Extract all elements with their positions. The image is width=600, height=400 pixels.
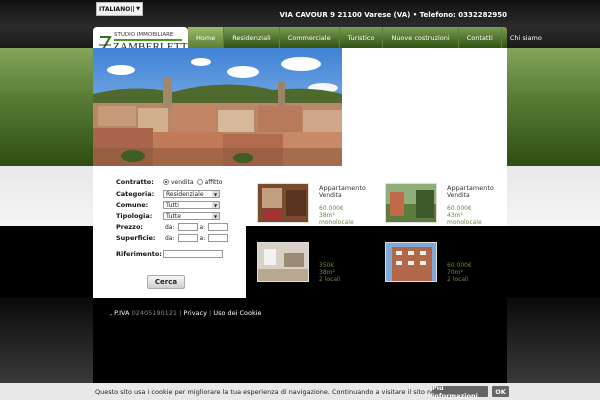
listing-card[interactable]: Appartamento Vendita 60.000€ 38m² monolo… <box>257 183 377 226</box>
prezzo-da-label: da: <box>165 223 175 231</box>
listing-photo <box>385 242 437 282</box>
cookie-policy-link[interactable]: Uso dei Cookie <box>213 309 261 317</box>
nav-home[interactable]: Home <box>188 27 225 48</box>
nav-commerciale[interactable]: Commerciale <box>280 27 340 48</box>
comune-select[interactable]: Tutti ▼ <box>163 201 220 209</box>
superficie-a-label: a: <box>199 234 206 242</box>
main-nav: Home Residenziali Commerciale Turistico … <box>188 27 542 48</box>
superficie-label: Superficie: <box>116 234 156 242</box>
more-info-button[interactable]: Più informazioni <box>432 384 488 400</box>
categoria-value: Residenziale <box>166 190 204 198</box>
listing-area: 70m² <box>447 269 463 276</box>
privacy-link[interactable]: Privacy <box>183 309 207 317</box>
search-button[interactable]: Cerca <box>147 275 185 289</box>
superficie-a-input[interactable] <box>208 234 229 242</box>
prezzo-a-label: a: <box>199 223 206 231</box>
affitto-label: affitto <box>204 178 223 186</box>
contact-info: VIA CAVOUR 9 21100 Varese (VA) • Telefon… <box>279 11 507 19</box>
listing-price: 60.000€ <box>447 262 472 269</box>
categoria-select[interactable]: Residenziale ▼ <box>163 190 220 198</box>
riferimento-label: Riferimento: <box>116 250 162 258</box>
listing-subtitle: Vendita <box>319 192 342 199</box>
listing-card[interactable]: Appartamento Vendita 60.000€ 43m² monolo… <box>385 183 505 226</box>
chevron-down-icon: ▼ <box>136 6 140 12</box>
listing-title: Appartamento <box>319 184 366 192</box>
town-photo <box>93 48 342 166</box>
prezzo-label: Prezzo: <box>116 223 144 231</box>
radio-vendita[interactable] <box>163 179 169 185</box>
radio-affitto[interactable] <box>196 179 203 185</box>
riferimento-input[interactable] <box>163 250 223 258</box>
listing-photo <box>385 183 437 223</box>
tipologia-select[interactable]: Tutte ▼ <box>163 212 220 220</box>
vendita-label: vendita <box>171 178 194 186</box>
comune-value: Tutti <box>166 201 179 209</box>
listing-price: 350€ <box>319 262 335 269</box>
listing-card[interactable]: 60.000€ 70m² 2 locali <box>385 242 505 284</box>
search-panel: Contratto: vendita affitto Categoria: Re… <box>93 170 246 298</box>
cookie-text: Questo sito usa i cookie per migliorare … <box>95 387 479 396</box>
nav-contatti[interactable]: Contatti <box>459 27 502 48</box>
tipologia-value: Tutte <box>166 212 181 220</box>
hero-side-panel <box>342 48 507 166</box>
listing-photo <box>257 242 309 282</box>
listing-card[interactable]: 350€ 38m² 2 locali <box>257 242 377 284</box>
piva-value: 02405190121 <box>131 309 178 317</box>
listing-price: 60.000€ <box>447 205 472 212</box>
hero-image <box>93 48 342 166</box>
listing-photo <box>257 183 309 223</box>
listing-area: 38m² <box>319 269 335 276</box>
chevron-down-icon: ▼ <box>212 191 219 197</box>
language-label: ITALIANO <box>99 5 131 13</box>
prezzo-a-input[interactable] <box>208 223 229 231</box>
prezzo-da-input[interactable] <box>177 223 198 231</box>
logo-subtitle: STUDIO IMMOBILIARE <box>114 32 174 38</box>
nav-nuove-costruzioni[interactable]: Nuove costruzioni <box>383 27 459 48</box>
listing-area: 43m² <box>447 212 463 219</box>
nav-chi-siamo[interactable]: Chi siamo <box>502 27 550 48</box>
nav-residenziali[interactable]: Residenziali <box>224 27 280 48</box>
piva-label: , P.IVA <box>110 309 130 317</box>
superficie-da-label: da: <box>165 234 175 242</box>
italy-flag-icon <box>131 6 135 12</box>
listing-area: 38m² <box>319 212 335 219</box>
contratto-label: Contratto: <box>116 178 154 186</box>
nav-turistico[interactable]: Turistico <box>340 27 384 48</box>
listing-rooms: monolocale <box>447 219 482 226</box>
listing-rooms: monolocale <box>319 219 354 226</box>
chevron-down-icon: ▼ <box>212 202 219 208</box>
superficie-da-input[interactable] <box>177 234 198 242</box>
listing-price: 60.000€ <box>319 205 344 212</box>
listing-rooms: 2 locali <box>447 276 469 283</box>
listing-subtitle: Vendita <box>447 192 470 199</box>
ok-button[interactable]: OK <box>492 386 509 397</box>
categoria-label: Categoria: <box>116 190 155 198</box>
language-selector[interactable]: ITALIANO ▼ <box>96 2 143 16</box>
footer: , P.IVA 02405190121 | Privacy | Uso dei … <box>93 298 507 383</box>
cookie-banner: Questo sito usa i cookie per migliorare … <box>0 383 600 400</box>
chevron-down-icon: ▼ <box>212 213 219 219</box>
tipologia-label: Tipologia: <box>116 212 153 220</box>
comune-label: Comune: <box>116 201 149 209</box>
listing-title: Appartamento <box>447 184 494 192</box>
listing-rooms: 2 locali <box>319 276 341 283</box>
